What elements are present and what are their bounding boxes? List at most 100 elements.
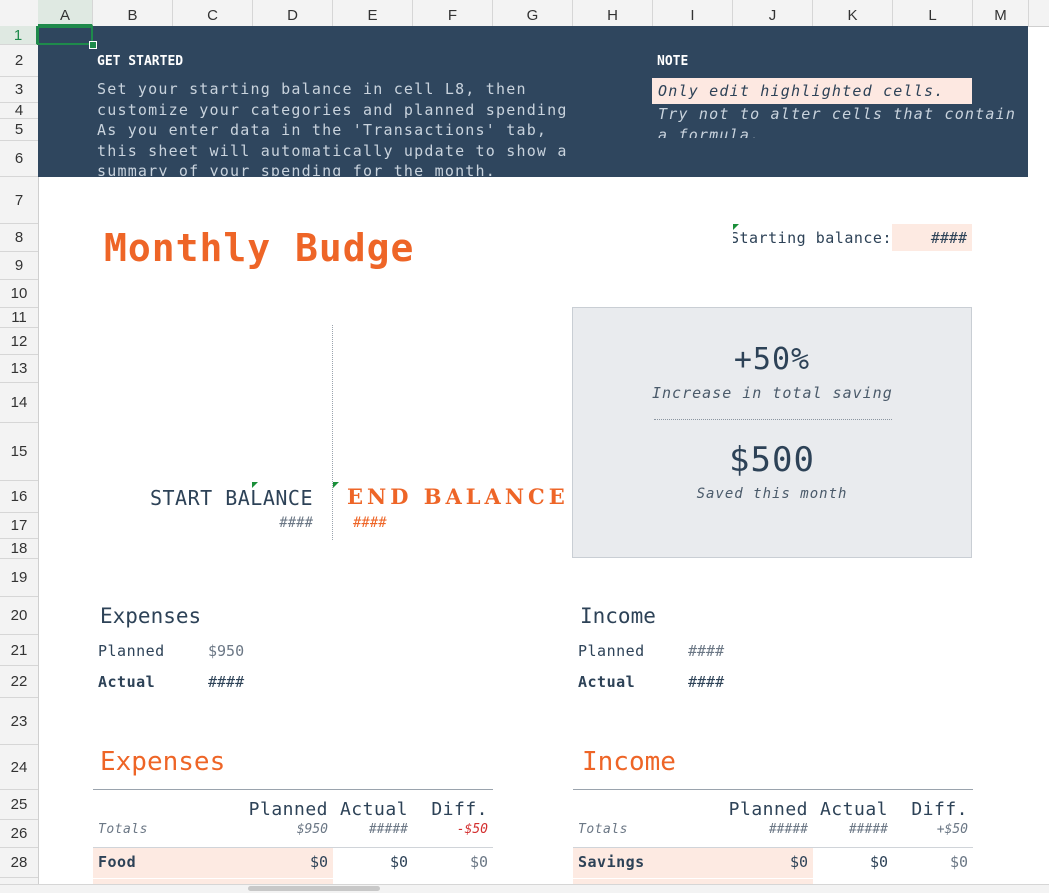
row-header-21[interactable]: 21 <box>0 635 38 666</box>
starting-balance-value: #### <box>930 229 967 247</box>
row-header-4[interactable]: 4 <box>0 103 38 119</box>
column-header-l[interactable]: L <box>893 0 973 26</box>
summary-expenses-actual-value: #### <box>208 673 245 691</box>
row-header-13[interactable]: 13 <box>0 355 38 383</box>
summary-expenses-planned-label: Planned <box>98 642 165 660</box>
expenses-table-title: Expenses <box>100 747 226 777</box>
expenses-total-actual: ##### <box>368 822 408 837</box>
stats-divider <box>654 419 892 420</box>
income-table-title: Income <box>582 747 676 777</box>
row-header-12[interactable]: 12 <box>0 328 38 355</box>
note-text: Try not to alter cells that contain a fo… <box>658 104 1023 138</box>
start-balance-value: #### <box>279 515 313 531</box>
row-header-16[interactable]: 16 <box>0 481 38 513</box>
income-header-diff: Diff. <box>911 799 968 820</box>
income-total-planned: ##### <box>768 822 808 837</box>
saved-amount-caption: Saved this month <box>696 486 848 502</box>
row-header-17[interactable]: 17 <box>0 513 38 539</box>
expenses-totals-label: Totals <box>98 822 148 837</box>
summary-income-planned-value: #### <box>688 642 725 660</box>
row-header-5[interactable]: 5 <box>0 119 38 141</box>
start-balance-label: START BALANCE <box>149 486 313 510</box>
row-header-3[interactable]: 3 <box>0 77 38 103</box>
row-header-1[interactable]: 1 <box>0 26 38 45</box>
get-started-line: this sheet will automatically update to … <box>97 141 567 160</box>
expenses-row-food-diff: $0 <box>469 853 488 871</box>
row-header-25[interactable]: 25 <box>0 790 38 820</box>
row-header-22[interactable]: 22 <box>0 666 38 698</box>
row-header-2[interactable]: 2 <box>0 45 38 77</box>
column-header-d[interactable]: D <box>253 0 333 26</box>
row-header-7[interactable]: 7 <box>0 177 38 224</box>
income-header-actual: Actual <box>819 799 888 820</box>
income-row-savings-actual: $0 <box>869 853 888 871</box>
row-header-23[interactable]: 23 <box>0 698 38 745</box>
select-all-corner[interactable] <box>0 0 39 26</box>
row-header-26[interactable]: 26 <box>0 820 38 848</box>
row-header-9[interactable]: 9 <box>0 252 38 280</box>
row-header-15[interactable]: 15 <box>0 423 38 481</box>
column-header-h[interactable]: H <box>573 0 653 26</box>
row-header-18[interactable]: 18 <box>0 539 38 559</box>
column-header-j[interactable]: J <box>733 0 813 26</box>
expenses-total-diff: -$50 <box>456 822 488 837</box>
row-header-19[interactable]: 19 <box>0 559 38 597</box>
note-line-1: Only edit highlighted cells. <box>658 82 945 100</box>
starting-balance-label: Starting balance: <box>733 229 892 247</box>
income-header-planned: Planned <box>728 799 808 820</box>
expenses-header-actual: Actual <box>339 799 408 820</box>
expenses-header-planned: Planned <box>248 799 328 820</box>
row-header-28[interactable]: 28 <box>0 848 38 878</box>
expenses-row-food-name: Food <box>98 853 137 871</box>
income-totals-label: Totals <box>578 822 628 837</box>
summary-expenses-planned-value: $950 <box>208 642 245 660</box>
end-balance-value: #### <box>353 515 387 531</box>
row-header-20[interactable]: 20 <box>0 597 38 635</box>
summary-income-actual-label: Actual <box>578 673 636 691</box>
get-started-text: Set your starting balance in cell L8, th… <box>97 79 567 176</box>
saved-amount: $500 <box>729 440 815 480</box>
note-line-3: a formula. <box>658 125 761 139</box>
expenses-row-food-actual: $0 <box>389 853 408 871</box>
savings-percent-caption: Increase in total savings <box>652 384 892 402</box>
row-header-11[interactable]: 11 <box>0 308 38 328</box>
column-header-a[interactable]: A <box>38 0 93 26</box>
row-header-14[interactable]: 14 <box>0 383 38 423</box>
scrollbar-thumb[interactable] <box>248 886 380 891</box>
income-total-diff: +$50 <box>936 822 968 837</box>
get-started-line: As you enter data in the 'Transactions' … <box>97 121 548 139</box>
row-header-24[interactable]: 24 <box>0 745 38 790</box>
income-row-savings-diff: $0 <box>949 853 968 871</box>
expenses-row-food-planned: $0 <box>309 853 328 871</box>
savings-percent: +50% <box>733 342 811 377</box>
summary-income-planned-label: Planned <box>578 642 645 660</box>
selected-cell-a1[interactable] <box>37 26 93 45</box>
sheet-title: Monthly Budget <box>104 226 414 270</box>
get-started-line: customize your categories and planned sp… <box>97 100 567 119</box>
column-header-k[interactable]: K <box>813 0 893 26</box>
get-started-title: GET STARTED <box>97 54 184 69</box>
comment-indicator-icon <box>333 482 339 488</box>
note-line-2: Try not to alter cells that contain <box>658 105 1017 123</box>
column-header-i[interactable]: I <box>653 0 733 26</box>
column-header-m[interactable]: M <box>973 0 1029 26</box>
row-header-10[interactable]: 10 <box>0 280 38 308</box>
column-header-c[interactable]: C <box>173 0 253 26</box>
column-header-b[interactable]: B <box>93 0 173 26</box>
row-header-6[interactable]: 6 <box>0 141 38 177</box>
starting-balance-label-cell: Starting balance: <box>733 228 892 250</box>
row-header-8[interactable]: 8 <box>0 224 38 252</box>
column-header-f[interactable]: F <box>413 0 493 26</box>
income-row-savings-name: Savings <box>578 853 645 871</box>
income-total-actual: ##### <box>848 822 888 837</box>
expenses-table-rule <box>93 789 493 790</box>
column-header-e[interactable]: E <box>333 0 413 26</box>
note-title: NOTE <box>657 54 689 69</box>
fill-handle[interactable] <box>89 41 97 49</box>
get-started-line: summary of your spending for the month. <box>97 162 496 176</box>
column-header-g[interactable]: G <box>493 0 573 26</box>
summary-income-title: Income <box>580 604 656 628</box>
expenses-total-planned: $950 <box>296 822 328 837</box>
summary-expenses-actual-label: Actual <box>98 673 156 691</box>
income-row-savings-planned: $0 <box>789 853 808 871</box>
